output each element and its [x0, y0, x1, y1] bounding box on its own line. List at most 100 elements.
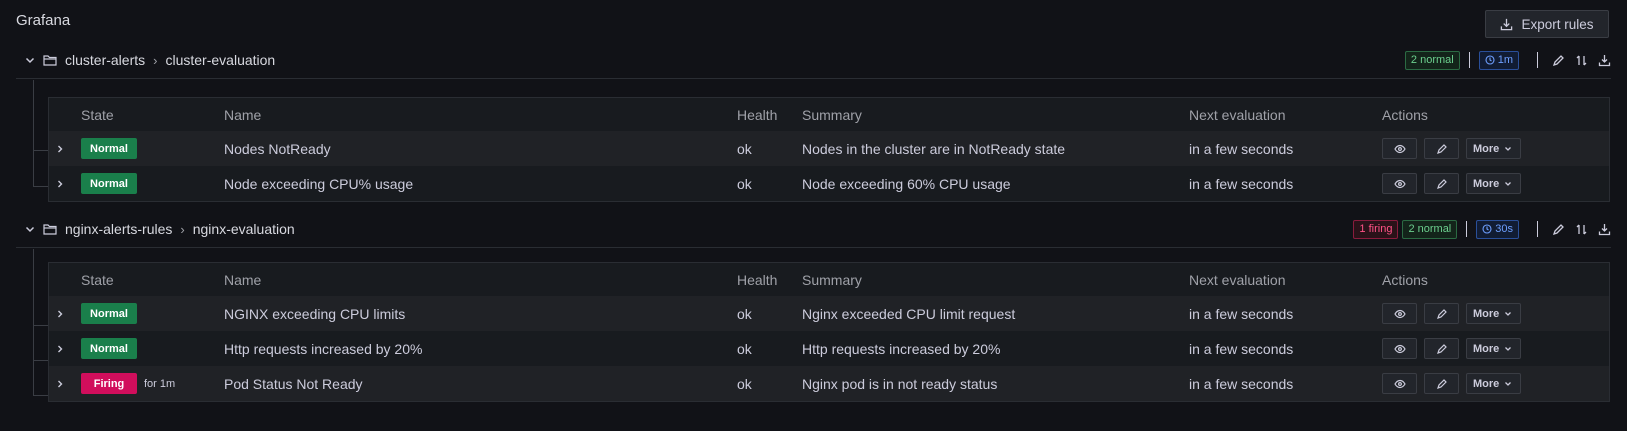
chevron-down-icon[interactable]: [24, 54, 36, 66]
rule-health: ok: [737, 175, 752, 192]
view-button[interactable]: [1382, 138, 1417, 159]
chevron-right-icon[interactable]: [55, 144, 65, 154]
edit-pencil-icon[interactable]: [1552, 54, 1565, 67]
eye-icon: [1393, 379, 1406, 388]
rule-group-nginx-evaluation: nginx-alerts-rules › nginx-evaluation 1 …: [0, 212, 1627, 248]
state-badge: Normal: [81, 138, 137, 159]
breadcrumb-separator: ›: [153, 52, 158, 68]
more-button[interactable]: More: [1466, 173, 1521, 194]
column-header-summary: Summary: [802, 271, 862, 288]
tree-connector: [33, 249, 34, 396]
rule-name: Pod Status Not Ready: [224, 375, 363, 392]
rule-next-evaluation: in a few seconds: [1189, 305, 1294, 322]
chevron-down-icon: [1505, 146, 1512, 151]
view-button[interactable]: [1382, 303, 1417, 324]
column-header-name: Name: [224, 106, 262, 123]
pending-duration: for 1m: [144, 377, 176, 390]
more-label: More: [1473, 342, 1500, 355]
tree-connector: [33, 325, 48, 326]
edit-button[interactable]: [1424, 338, 1459, 359]
breadcrumb-separator: ›: [180, 221, 185, 237]
state-badge: Firing: [81, 373, 137, 394]
folder-name[interactable]: cluster-alerts: [65, 52, 145, 68]
edit-button[interactable]: [1424, 303, 1459, 324]
rule-next-evaluation: in a few seconds: [1189, 175, 1294, 192]
export-rules-label: Export rules: [1521, 16, 1594, 32]
state-badge: Normal: [81, 338, 137, 359]
clock-icon: [1485, 55, 1495, 65]
interval-badge: 1m: [1478, 50, 1519, 70]
more-button[interactable]: More: [1466, 303, 1521, 324]
clock-icon: [1482, 224, 1492, 234]
divider: [1468, 52, 1470, 68]
tree-connector: [33, 150, 48, 151]
chevron-right-icon[interactable]: [55, 344, 65, 354]
column-header-name: Name: [224, 271, 262, 288]
tree-connector: [33, 360, 48, 361]
interval-badge: 30s: [1476, 219, 1519, 239]
column-header-actions: Actions: [1382, 271, 1428, 288]
tree-connector: [33, 186, 48, 187]
sort-icon[interactable]: [1575, 223, 1588, 236]
pencil-icon: [1436, 343, 1447, 354]
column-header-health: Health: [737, 106, 778, 123]
firing-count-badge: 1 firing: [1353, 219, 1399, 239]
tree-connector: [33, 395, 48, 396]
divider: [1537, 221, 1538, 237]
more-button[interactable]: More: [1466, 138, 1521, 159]
table-header-row: State Name Health Summary Next evaluatio…: [49, 98, 1609, 131]
chevron-right-icon[interactable]: [55, 379, 65, 389]
edit-button[interactable]: [1424, 138, 1459, 159]
download-icon: [1501, 18, 1513, 30]
interval-value: 30s: [1495, 222, 1513, 235]
divider: [1466, 221, 1468, 237]
rules-table: State Name Health Summary Next evaluatio…: [48, 262, 1610, 402]
edit-pencil-icon[interactable]: [1552, 223, 1565, 236]
normal-count-badge: 2 normal: [1404, 50, 1460, 70]
eye-icon: [1393, 144, 1406, 153]
divider: [1537, 52, 1538, 68]
chevron-right-icon[interactable]: [55, 309, 65, 319]
rule-summary: Http requests increased by 20%: [802, 340, 1001, 357]
column-header-state: State: [81, 106, 114, 123]
more-button[interactable]: More: [1466, 373, 1521, 394]
table-row[interactable]: Normal Node exceeding CPU% usage ok Node…: [49, 166, 1609, 201]
evaluation-group-name[interactable]: cluster-evaluation: [165, 52, 275, 68]
state-badge: Normal: [81, 173, 137, 194]
folder-name[interactable]: nginx-alerts-rules: [65, 221, 172, 237]
table-row[interactable]: Normal Http requests increased by 20% ok…: [49, 331, 1609, 366]
chevron-down-icon: [1505, 381, 1512, 386]
folder-icon: [43, 224, 57, 235]
chevron-right-icon[interactable]: [55, 179, 65, 189]
table-row[interactable]: Normal Nodes NotReady ok Nodes in the cl…: [49, 131, 1609, 166]
pencil-icon: [1436, 143, 1447, 154]
rule-health: ok: [737, 305, 752, 322]
evaluation-group-name[interactable]: nginx-evaluation: [193, 221, 295, 237]
rule-summary: Nginx exceeded CPU limit request: [802, 305, 1016, 322]
group-breadcrumb: nginx-alerts-rules › nginx-evaluation: [65, 221, 295, 237]
more-label: More: [1473, 177, 1500, 190]
table-row[interactable]: Firing for 1m Pod Status Not Ready ok Ng…: [49, 366, 1609, 401]
group-header: nginx-alerts-rules › nginx-evaluation 1 …: [16, 212, 1611, 248]
rule-next-evaluation: in a few seconds: [1189, 340, 1294, 357]
edit-button[interactable]: [1424, 173, 1459, 194]
more-button[interactable]: More: [1466, 338, 1521, 359]
view-button[interactable]: [1382, 373, 1417, 394]
edit-button[interactable]: [1424, 373, 1459, 394]
view-button[interactable]: [1382, 173, 1417, 194]
state-badge: Normal: [81, 303, 137, 324]
download-icon[interactable]: [1598, 223, 1611, 236]
chevron-down-icon: [1505, 311, 1512, 316]
column-header-state: State: [81, 271, 114, 288]
rule-name: NGINX exceeding CPU limits: [224, 305, 406, 322]
download-icon[interactable]: [1598, 54, 1611, 67]
table-row[interactable]: Normal NGINX exceeding CPU limits ok Ngi…: [49, 296, 1609, 331]
more-label: More: [1473, 377, 1500, 390]
group-breadcrumb: cluster-alerts › cluster-evaluation: [65, 52, 275, 68]
sort-icon[interactable]: [1575, 54, 1588, 67]
chevron-down-icon[interactable]: [24, 223, 36, 235]
column-header-summary: Summary: [802, 106, 862, 123]
export-rules-button[interactable]: Export rules: [1485, 10, 1609, 38]
rule-next-evaluation: in a few seconds: [1189, 140, 1294, 157]
view-button[interactable]: [1382, 338, 1417, 359]
